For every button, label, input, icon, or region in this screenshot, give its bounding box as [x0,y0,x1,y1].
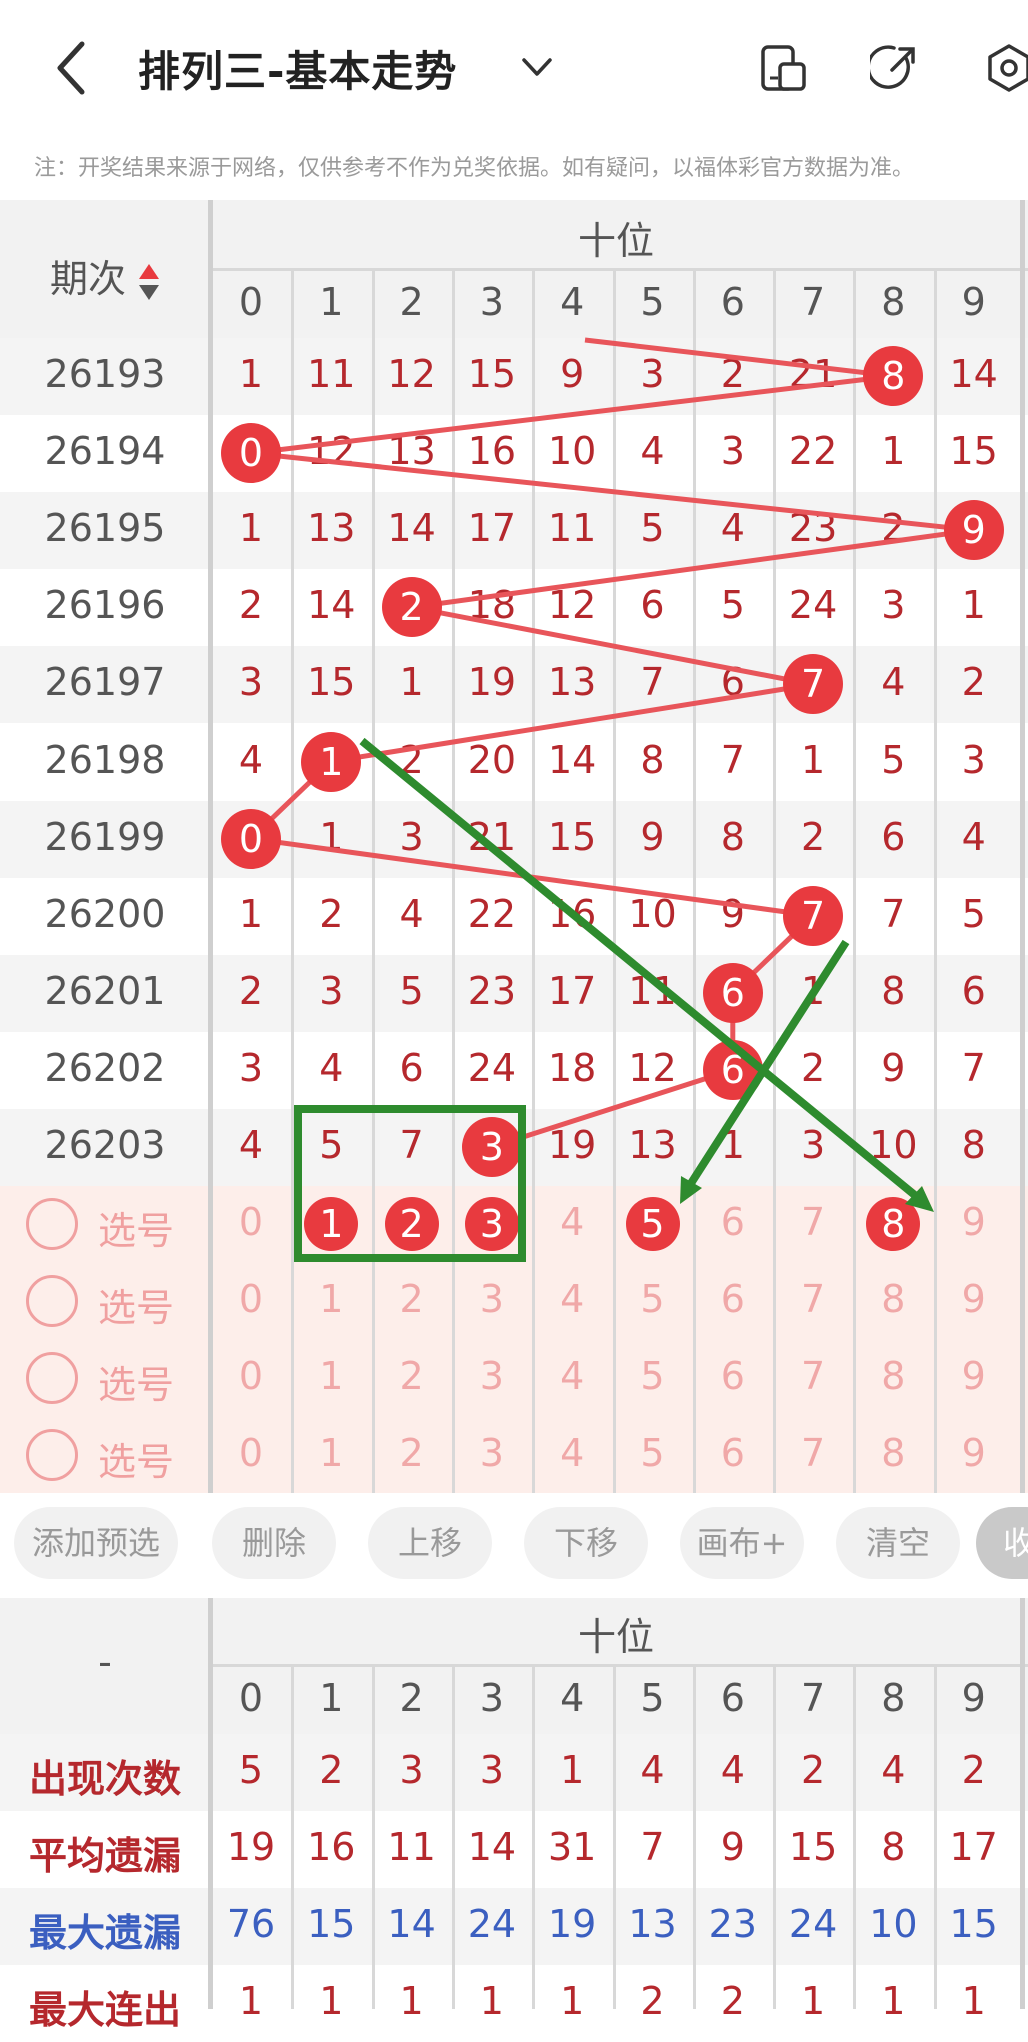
stats-tens-header: 十位 [577,1615,654,1659]
stats-value: 1 [961,1979,986,2024]
stats-value: 15 [788,1825,838,1870]
stats-value: 5 [238,1748,264,1792]
stats-value: 1 [881,1979,906,2024]
stats-value: 15 [307,1902,356,1947]
grid-line [371,1666,375,2009]
hand-drawn-annotations [294,737,934,1262]
stats-value: 1 [479,1979,504,2024]
toolbar-button[interactable]: 添加预选 [14,1507,178,1579]
toolbar-button[interactable]: 下移 [524,1507,648,1579]
stats-value: 1 [319,1979,344,2024]
stats-value: 2 [319,1748,344,1792]
stats-value: 24 [788,1902,838,1947]
stats-digit-header: 1 [319,1676,344,1720]
stats-digit-header: 0 [238,1676,264,1720]
grid-line [291,1666,295,2009]
stats-digit-header: 3 [479,1676,504,1720]
stats-value: 17 [949,1825,998,1870]
stats-value: 1 [801,1979,826,2024]
stats-digit-header: 9 [961,1676,986,1720]
stats-digit-header: 7 [801,1676,826,1720]
stats-corner: - [98,1640,112,1684]
stats-value: 24 [467,1902,517,1947]
stats-value: 2 [640,1979,665,2024]
stats-value: 2 [961,1748,986,1792]
stats-label: 出现次数 [28,1757,181,1801]
stats-value: 4 [720,1748,745,1792]
toolbar-button[interactable]: 删除 [212,1507,336,1579]
stats-digit-header: 2 [399,1676,424,1720]
stats-value: 13 [628,1902,677,1947]
stats-value: 15 [949,1902,998,1947]
grid-line [451,1666,455,2009]
stats-digit-header: 5 [640,1676,665,1720]
stats-value: 23 [708,1902,757,1947]
stats-value: 1 [399,1979,424,2024]
grid-line [773,1666,777,2009]
grid-line [532,1666,536,2009]
stats-header-divider [212,1664,1028,1667]
stats-value: 3 [479,1748,504,1792]
stats-value: 1 [560,1979,585,2024]
stats-value: 19 [226,1825,276,1870]
stats-value: 19 [548,1902,597,1947]
toolbar-button[interactable]: 清空 [836,1507,960,1579]
toolbar-button[interactable]: 上移 [368,1507,492,1579]
stats-value: 10 [869,1902,918,1947]
grid-line [853,1666,857,2009]
stats-value: 3 [399,1748,424,1792]
stats-value: 76 [226,1902,276,1947]
stats-label: 最大连出 [28,1988,181,2033]
stats-value: 2 [801,1748,826,1792]
toolbar-button[interactable]: 画布+ [680,1507,804,1579]
stats-label: 平均遗漏 [28,1834,181,1879]
column-divider [208,1598,213,2009]
grid-line [692,1666,696,2009]
stats-value: 16 [307,1825,356,1870]
grid-line [933,1666,937,2009]
stats-value: 8 [881,1825,906,1870]
stats-value: 14 [387,1902,436,1947]
stats-value: 4 [640,1748,665,1792]
stats-value: 4 [881,1748,906,1792]
stats-value: 11 [387,1825,436,1870]
stats-value: 2 [720,1979,745,2024]
stats-value: 31 [548,1825,597,1870]
stats-value: 9 [720,1825,745,1870]
stats-digit-header: 4 [560,1676,585,1720]
stats-digit-header: 8 [881,1676,906,1720]
column-divider [1020,1598,1025,2009]
stats-value: 14 [467,1825,517,1870]
stats-value: 1 [560,1748,585,1792]
stats-value: 1 [238,1979,264,2024]
stats-label: 最大遗漏 [28,1911,181,1956]
stats-value: 7 [640,1825,665,1870]
grid-line [612,1666,616,2009]
stats-digit-header: 6 [720,1676,745,1720]
